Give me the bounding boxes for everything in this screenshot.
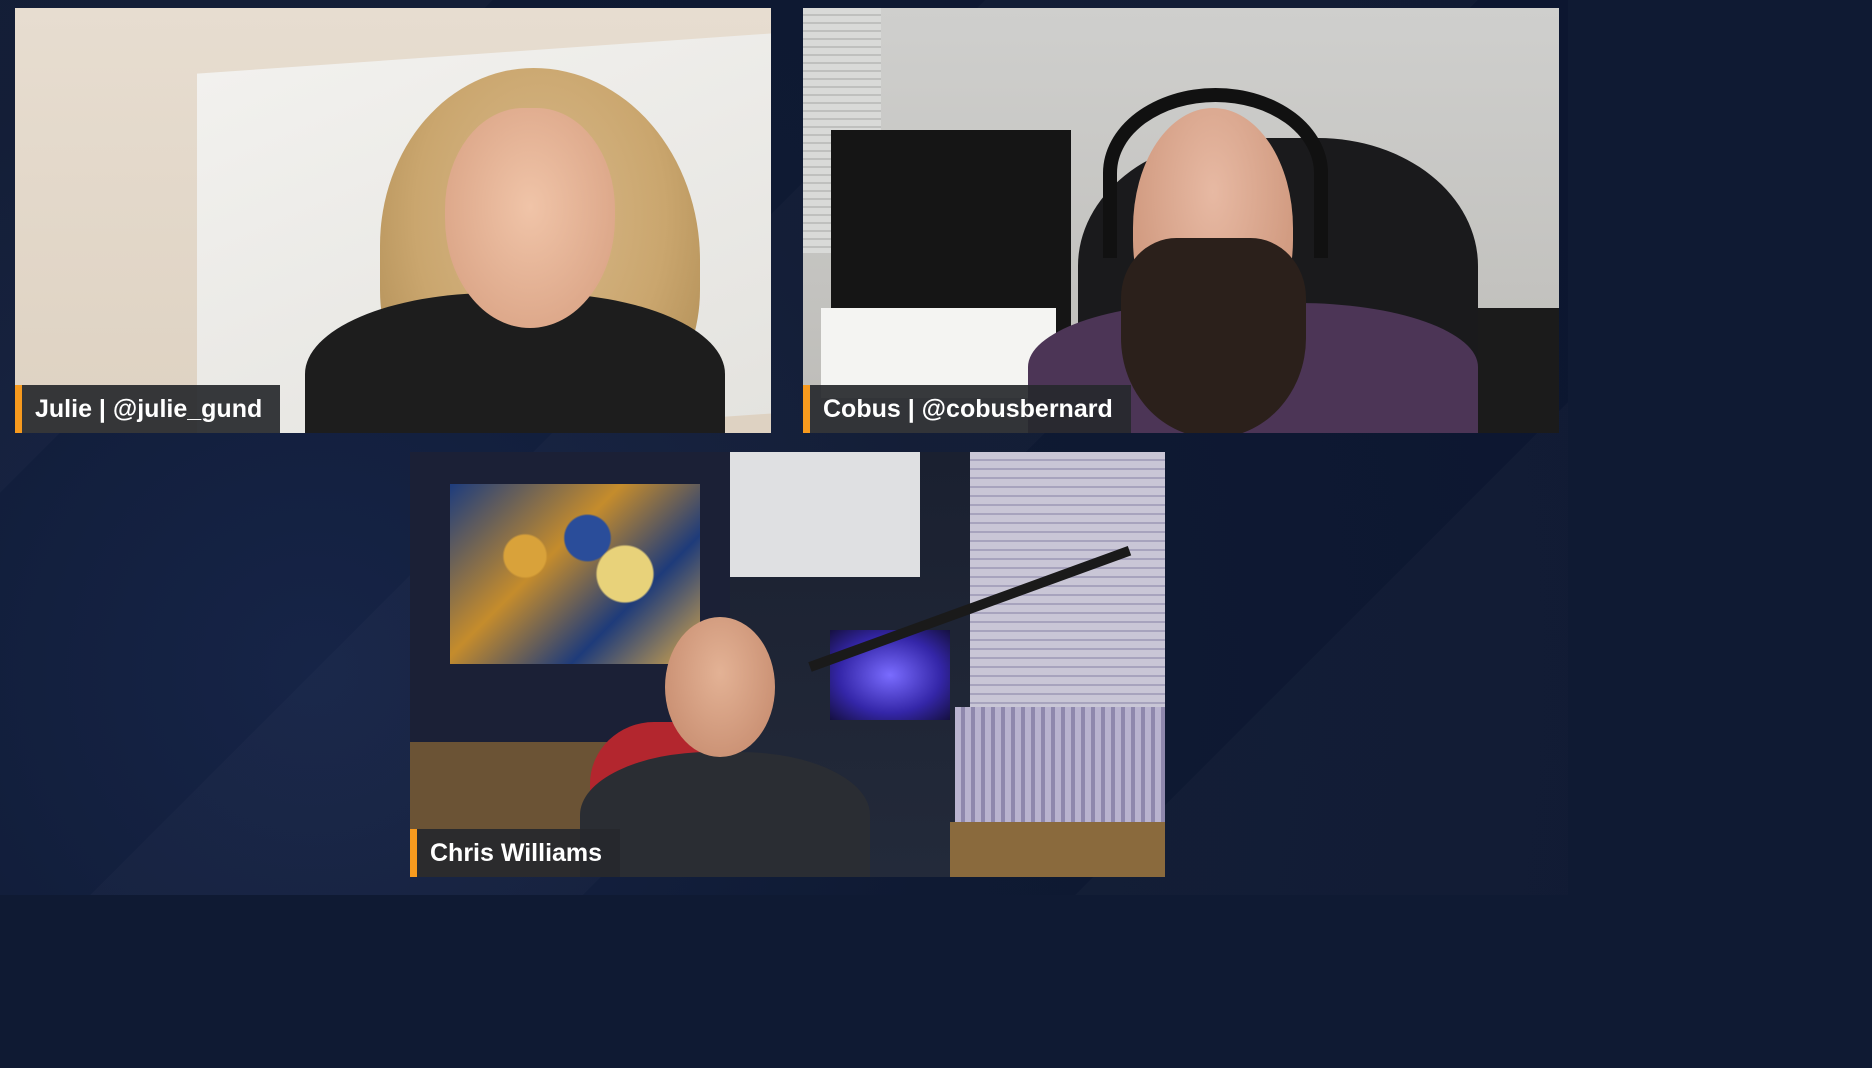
name-tag: Chris Williams — [410, 829, 621, 877]
participant-beard — [1121, 238, 1306, 433]
name-tag-accent — [410, 829, 417, 877]
participant-tile-chris[interactable]: Chris Williams — [410, 452, 1165, 877]
name-tag-accent — [803, 385, 810, 433]
participant-body — [580, 752, 870, 877]
computer — [830, 630, 950, 720]
video-feed — [15, 8, 771, 433]
participant-tile-cobus[interactable]: Cobus | @cobusbernard — [803, 8, 1559, 433]
desk — [950, 822, 1165, 877]
painting — [450, 484, 700, 664]
headset — [1103, 88, 1328, 258]
video-call-stage: Julie | @julie_gund Cobus | @cobusbernar… — [0, 0, 1568, 895]
participant-face — [445, 108, 615, 328]
name-tag: Julie | @julie_gund — [15, 385, 281, 433]
video-feed — [803, 8, 1559, 433]
participant-name: Cobus | @cobusbernard — [823, 394, 1113, 423]
participant-name: Chris Williams — [430, 838, 603, 867]
name-tag: Cobus | @cobusbernard — [803, 385, 1131, 433]
name-tag-accent — [15, 385, 22, 433]
participant-tile-julie[interactable]: Julie | @julie_gund — [15, 8, 771, 433]
wall — [730, 452, 920, 577]
participant-name: Julie | @julie_gund — [35, 394, 263, 423]
video-feed — [410, 452, 1165, 877]
participant-face — [665, 617, 775, 757]
